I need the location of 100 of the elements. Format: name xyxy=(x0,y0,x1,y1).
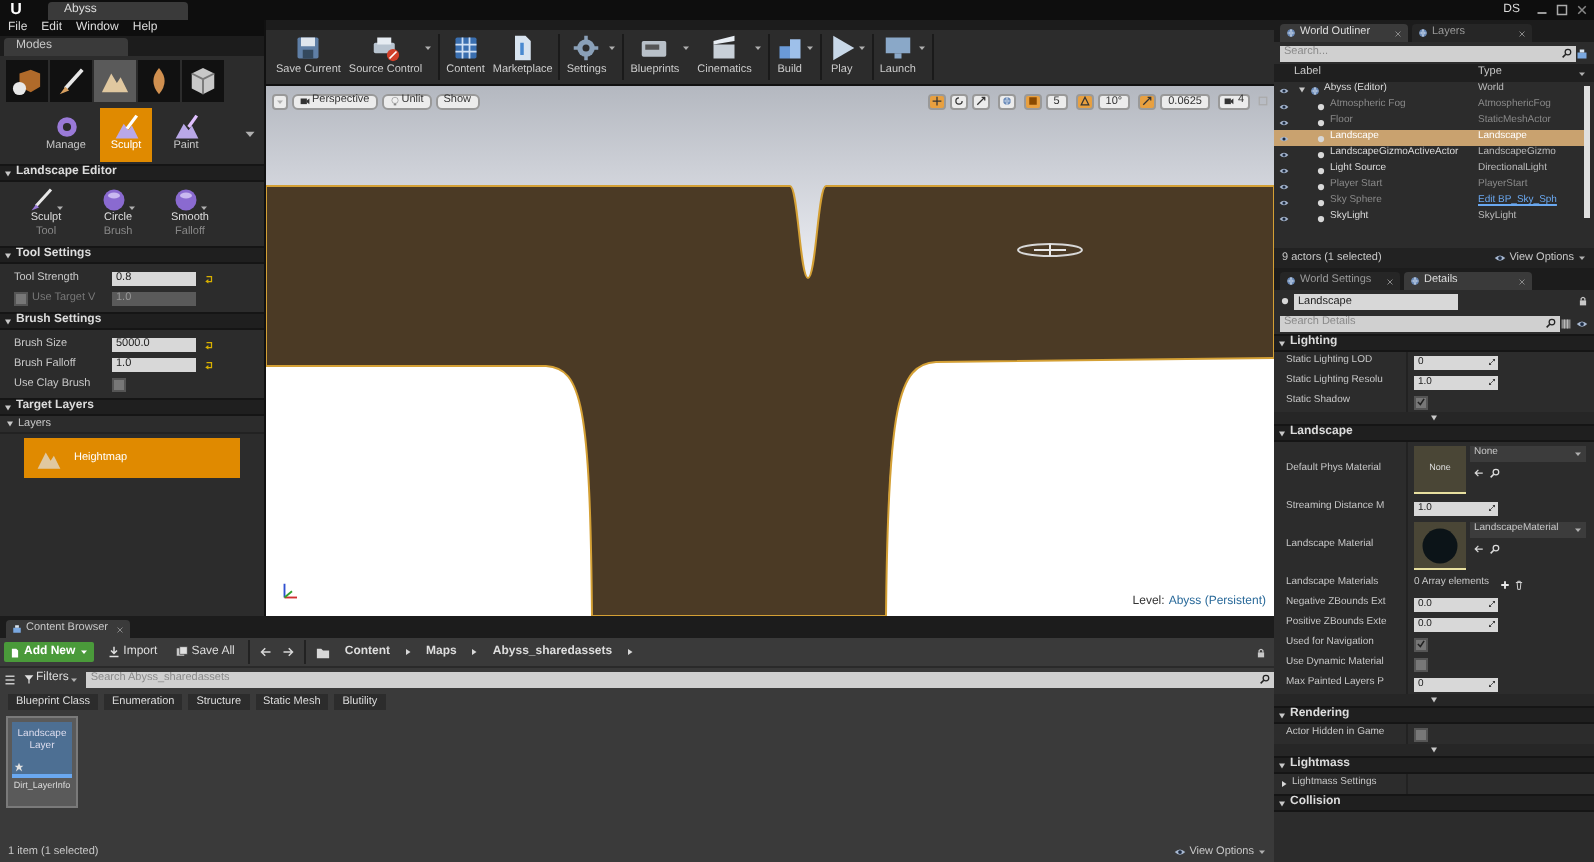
world-space-button[interactable] xyxy=(997,93,1016,109)
mode-tab[interactable] xyxy=(50,59,92,101)
expand-arrow-icon[interactable] xyxy=(1280,780,1288,788)
move-icon xyxy=(931,96,942,106)
eye-icon[interactable] xyxy=(1278,165,1290,175)
logo: U xyxy=(8,0,24,20)
lock-icon[interactable] xyxy=(1256,647,1266,657)
caret-icon xyxy=(199,204,207,212)
transform-tool-button[interactable] xyxy=(949,93,968,109)
snap-toggle[interactable] xyxy=(1138,93,1157,109)
checkbox[interactable] xyxy=(1414,637,1428,651)
bulb-icon xyxy=(389,96,400,106)
collapse-arrow-icon[interactable] xyxy=(1278,711,1286,719)
grid-icon xyxy=(451,34,480,62)
sphere-icon xyxy=(101,188,125,212)
checkbox[interactable] xyxy=(1414,657,1428,671)
eye-icon[interactable] xyxy=(1278,149,1290,159)
back-arrow-icon[interactable] xyxy=(1474,544,1484,554)
cubes-icon xyxy=(775,34,804,62)
brush-icon xyxy=(56,65,86,95)
close-icon xyxy=(1518,277,1526,285)
check-icon xyxy=(1416,396,1426,408)
collapse-arrow-icon[interactable] xyxy=(1278,339,1286,347)
snap-toggle[interactable] xyxy=(1023,93,1042,109)
caret-icon xyxy=(127,204,135,212)
collapse-arrow-icon[interactable] xyxy=(6,420,14,428)
caret-icon xyxy=(55,204,63,212)
caret-icon xyxy=(424,44,433,52)
spinner-icon[interactable] xyxy=(1488,600,1496,608)
sphere-icon xyxy=(173,188,197,212)
eye-icon[interactable] xyxy=(1278,101,1290,111)
gizmo-drawing[interactable] xyxy=(1017,243,1083,257)
snap-toggle[interactable] xyxy=(1075,93,1094,109)
back-arrow-icon[interactable] xyxy=(1474,468,1484,478)
mode-tab[interactable] xyxy=(94,59,136,101)
lock-icon[interactable] xyxy=(1578,296,1588,306)
add-icon[interactable] xyxy=(1499,579,1510,589)
globe-icon xyxy=(1410,276,1420,286)
paint-icon xyxy=(173,114,199,140)
forward-arrow-icon[interactable] xyxy=(282,646,295,658)
caret-icon xyxy=(276,97,284,105)
angle-icon xyxy=(1079,96,1090,106)
grid-icon[interactable] xyxy=(1560,317,1572,329)
caret-icon xyxy=(917,44,926,52)
mode-tab[interactable] xyxy=(6,59,48,101)
spinner-icon[interactable] xyxy=(1488,680,1496,688)
sculpt-icon xyxy=(113,114,139,140)
checkbox[interactable] xyxy=(112,377,126,391)
collapse-arrow-icon[interactable] xyxy=(4,317,12,325)
collapse-arrow-icon[interactable] xyxy=(1298,86,1306,94)
actor-icon xyxy=(1280,296,1290,306)
star-icon xyxy=(14,762,24,772)
save-icon xyxy=(175,646,188,658)
caret-icon xyxy=(805,44,814,52)
cube-sphere-icon xyxy=(12,65,42,95)
collapse-arrow-icon[interactable] xyxy=(1278,761,1286,769)
close-icon xyxy=(1386,277,1394,285)
eye-icon[interactable] xyxy=(1278,197,1290,207)
scrollbar[interactable] xyxy=(1584,86,1590,218)
close-icon[interactable] xyxy=(1576,4,1588,16)
caret-icon xyxy=(1574,526,1582,534)
close-icon[interactable] xyxy=(116,625,124,633)
caret-icon xyxy=(1574,450,1582,458)
collapse-arrow-icon[interactable] xyxy=(4,403,12,411)
collapse-arrow-icon[interactable] xyxy=(4,251,12,259)
box-icon xyxy=(188,65,218,95)
gear-icon xyxy=(53,114,79,140)
reset-arrow-icon[interactable] xyxy=(204,273,214,283)
list-icon[interactable] xyxy=(4,673,16,685)
axis-icon xyxy=(282,580,302,600)
caret-icon xyxy=(753,44,762,52)
transform-tool-button[interactable] xyxy=(971,93,990,109)
spinner-icon[interactable] xyxy=(1488,504,1496,512)
eye-icon[interactable] xyxy=(1278,85,1290,95)
back-arrow-icon[interactable] xyxy=(260,646,273,658)
collapse-arrow-icon[interactable] xyxy=(1278,799,1286,807)
checkbox[interactable] xyxy=(14,291,28,305)
spinner-icon[interactable] xyxy=(1488,358,1496,366)
caret-icon xyxy=(79,648,88,656)
caret-icon[interactable] xyxy=(1578,69,1586,77)
checkbox[interactable] xyxy=(1414,727,1428,741)
checkbox[interactable] xyxy=(1414,395,1428,409)
mode-tab[interactable] xyxy=(182,59,224,101)
eye-icon[interactable] xyxy=(1278,117,1290,127)
caret-icon[interactable] xyxy=(244,128,256,140)
check-icon xyxy=(1416,638,1426,650)
camera-icon xyxy=(1223,96,1234,106)
collapse-arrow-icon[interactable] xyxy=(4,169,12,177)
maximize-icon[interactable] xyxy=(1556,4,1568,16)
eye-icon[interactable] xyxy=(1576,317,1588,329)
eye-icon[interactable] xyxy=(1278,181,1290,191)
trash-icon[interactable] xyxy=(1513,579,1524,589)
eye-icon[interactable] xyxy=(1278,213,1290,223)
spinner-icon[interactable] xyxy=(1488,620,1496,628)
spinner-icon[interactable] xyxy=(1488,378,1496,386)
mode-tab[interactable] xyxy=(138,59,180,101)
eye-icon[interactable] xyxy=(1278,133,1290,143)
filter-icon xyxy=(24,674,34,684)
folder-icon[interactable] xyxy=(316,645,331,659)
collapse-arrow-icon[interactable] xyxy=(1278,429,1286,437)
